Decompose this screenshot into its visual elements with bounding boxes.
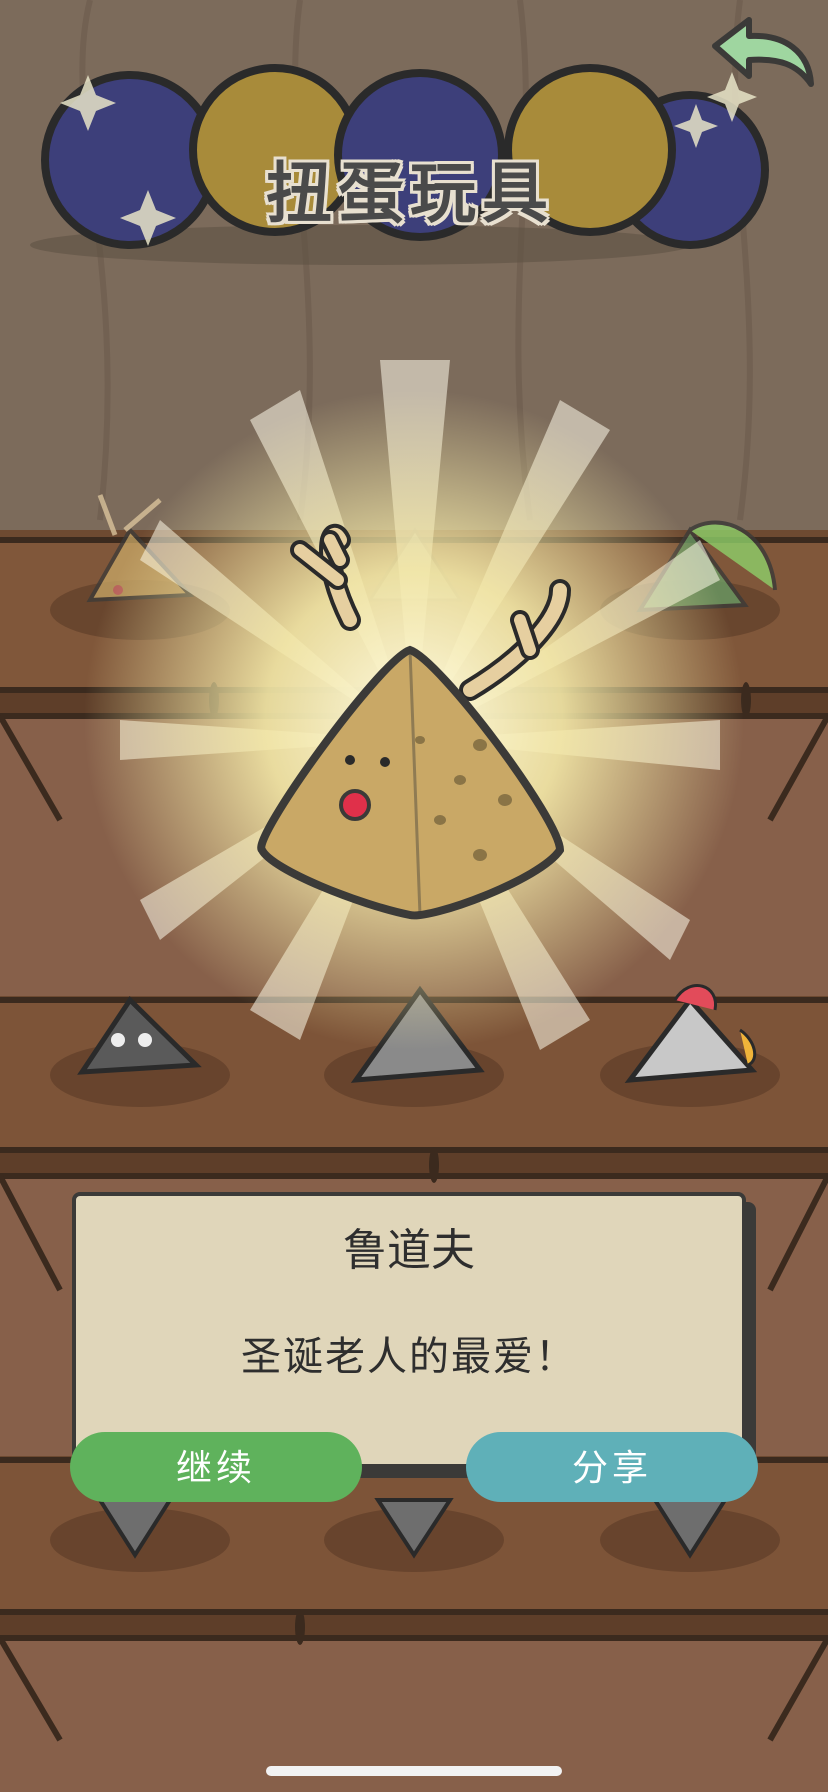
page-title: 扭蛋玩具	[266, 155, 554, 232]
back-arrow-icon	[712, 17, 814, 87]
continue-button[interactable]: 继续	[70, 1432, 362, 1502]
toy-name: 鲁道夫	[343, 1225, 475, 1276]
back-button[interactable]	[705, 12, 823, 102]
toy-description: 圣诞老人的最爱！	[241, 1334, 577, 1380]
share-button[interactable]: 分享	[466, 1432, 758, 1502]
result-card: 鲁道夫 圣诞老人的最爱！	[72, 1192, 746, 1468]
game-scene	[0, 0, 828, 1792]
home-indicator[interactable]	[266, 1766, 562, 1776]
